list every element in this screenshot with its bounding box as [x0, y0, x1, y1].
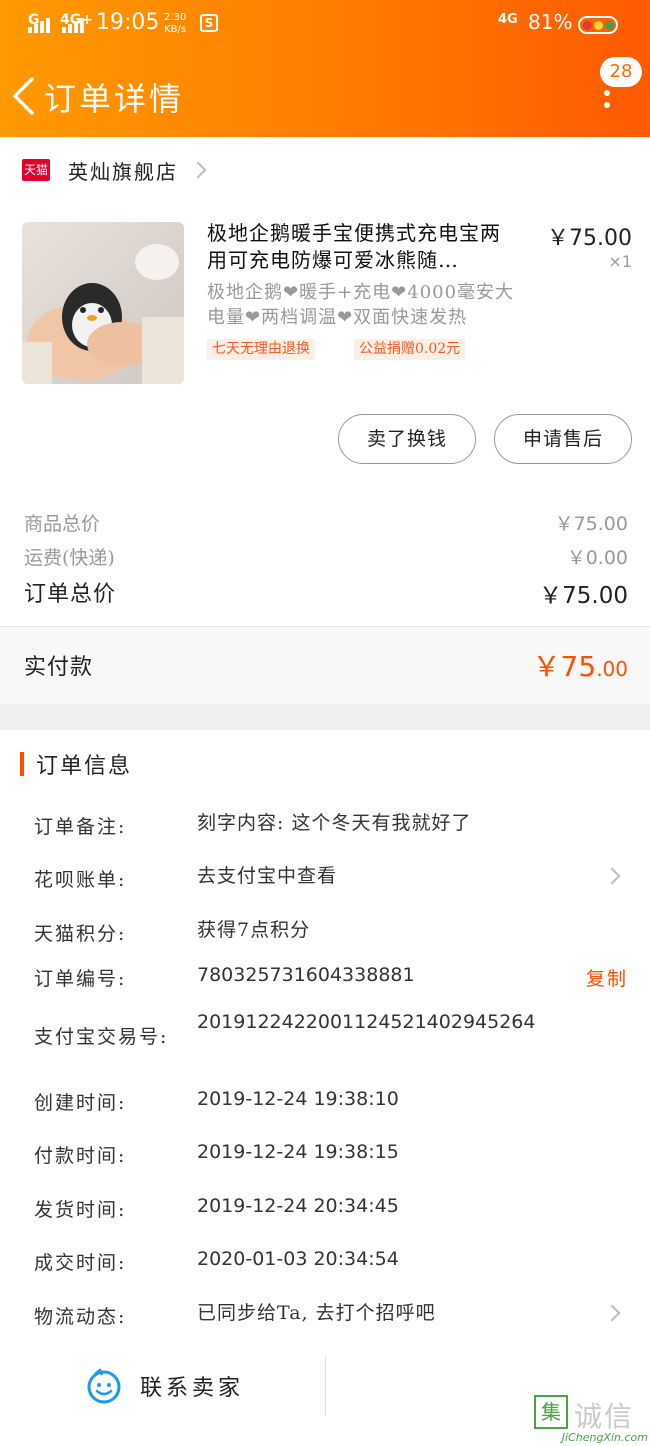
battery-icon	[578, 16, 618, 34]
network-speed: 2.30 KB/s	[164, 12, 186, 36]
tag-charity-donation: 公益捐赠0.02元	[354, 339, 466, 360]
order-note-label: 订单备注:	[34, 816, 127, 838]
watermark-url: JiChengXin.com	[561, 1431, 648, 1444]
apply-aftersale-button[interactable]: 申请售后	[494, 414, 632, 464]
order-info-title: 订单信息	[36, 754, 133, 779]
back-arrow-icon[interactable]	[10, 76, 36, 116]
clock: 19:05	[96, 10, 160, 35]
speed-unit: KB/s	[164, 24, 187, 35]
shipped-time-value: 2019-12-24 20:34:45	[197, 1195, 399, 1217]
created-time-label: 创建时间:	[34, 1092, 127, 1114]
product-price: ￥75.00	[547, 226, 632, 251]
paid-value: ￥75.00	[533, 645, 628, 685]
shipping-label: 运费(快递)	[24, 547, 115, 569]
deal-time-label: 成交时间:	[34, 1252, 127, 1274]
product-title[interactable]: 极地企鹅暖手宝便携式充电宝两用可充电防爆可爱冰熊随…	[207, 220, 517, 274]
section-accent-bar	[20, 752, 24, 776]
order-note-value: 刻字内容: 这个冬天有我就好了	[197, 812, 472, 834]
paid-value-decimal: .00	[596, 657, 628, 681]
tmall-logo-icon: 天猫	[22, 159, 50, 181]
paid-value-main: ￥75	[532, 650, 597, 683]
watermark-text: 诚信	[574, 1400, 635, 1433]
sell-for-cash-button[interactable]: 卖了换钱	[338, 414, 476, 464]
shop-name[interactable]: 英灿旗舰店	[68, 156, 178, 185]
app-notification-icon: S	[200, 14, 218, 32]
alipay-trade-label: 支付宝交易号:	[34, 1026, 169, 1048]
logistics-value[interactable]: 已同步给Ta, 去打个招呼吧	[197, 1302, 547, 1324]
order-total-value: ￥75.00	[539, 583, 628, 609]
page-title: 订单详情	[44, 80, 185, 118]
vertical-divider	[325, 1354, 326, 1416]
tmall-points-label: 天猫积分:	[34, 923, 127, 945]
shipped-time-label: 发货时间:	[34, 1199, 127, 1221]
huabei-bill-label: 花呗账单:	[34, 869, 127, 891]
tmall-points-value: 获得7点积分	[197, 919, 311, 941]
paid-amount-row: 实付款 ￥75.00	[0, 626, 650, 704]
order-number-value: 780325731604338881	[197, 964, 415, 986]
product-quantity: ×1	[608, 252, 632, 271]
paid-time-value: 2019-12-24 19:38:15	[197, 1141, 399, 1163]
header: G 4G+ 19:05 2.30 KB/s S 4G 81% 订单详情 28	[0, 0, 650, 137]
paid-time-label: 付款时间:	[34, 1145, 127, 1167]
customer-service-icon[interactable]	[86, 1368, 122, 1404]
watermark-badge: 集	[534, 1395, 568, 1429]
section-divider	[0, 704, 650, 730]
goods-total-value: ￥75.00	[554, 513, 628, 535]
goods-total-label: 商品总价	[24, 513, 101, 535]
contact-seller-button[interactable]: 联系卖家	[140, 1370, 244, 1402]
shipping-value: ￥0.00	[566, 547, 628, 569]
chevron-right-icon	[189, 161, 207, 179]
huabei-bill-value[interactable]: 去支付宝中查看	[197, 865, 547, 887]
penguin-handwarmer-image	[22, 244, 184, 384]
signal-icon	[28, 18, 50, 33]
order-number-label: 订单编号:	[34, 968, 127, 990]
message-count-badge[interactable]: 28	[600, 57, 642, 87]
battery-level: 81%	[528, 10, 573, 34]
order-total-label: 订单总价	[24, 582, 117, 607]
product-subtitle: 极地企鹅❤暖手+充电❤4000毫安大电量❤两档调温❤双面快速发热	[207, 282, 515, 328]
watermark-logo: 集 诚信 JiChengXin.com	[520, 1393, 648, 1445]
navbar: 订单详情 28	[0, 57, 650, 130]
created-time-value: 2019-12-24 19:38:10	[197, 1088, 399, 1110]
chevron-right-icon[interactable]	[603, 867, 621, 885]
chevron-right-icon[interactable]	[603, 1304, 621, 1322]
alipay-trade-value: 2019122422001124521402945264	[197, 1011, 536, 1033]
deal-time-value: 2020-01-03 20:34:54	[197, 1248, 399, 1270]
speed-value: 2.30	[164, 12, 187, 23]
more-menu-icon[interactable]	[602, 90, 612, 114]
network-type: 4G	[498, 12, 518, 27]
logistics-label: 物流动态:	[34, 1306, 127, 1328]
signal-icon-2	[62, 18, 84, 33]
tag-seven-day-return: 七天无理由退换	[207, 339, 315, 360]
copy-order-number-button[interactable]: 复制	[586, 964, 628, 991]
shop-row[interactable]: 天猫 英灿旗舰店	[0, 137, 650, 203]
status-bar: G 4G+ 19:05 2.30 KB/s S 4G 81%	[0, 0, 650, 50]
paid-label: 实付款	[24, 655, 94, 680]
product-image[interactable]	[22, 222, 184, 384]
